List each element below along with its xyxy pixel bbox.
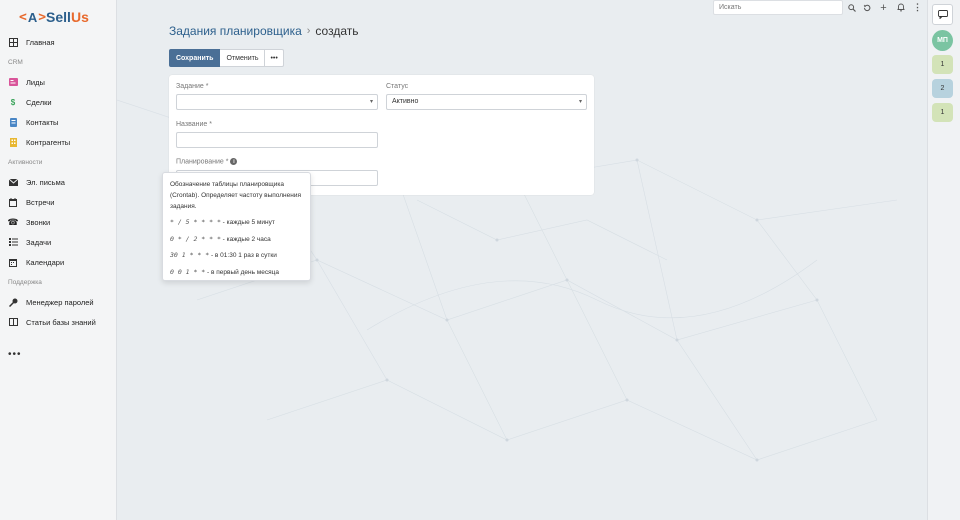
logo-text-sell: Sell: [46, 9, 71, 25]
rail-badge[interactable]: 2: [932, 79, 953, 98]
search-input[interactable]: [713, 0, 843, 15]
save-button[interactable]: Сохранить: [169, 49, 221, 67]
sidebar-item-label: Сделки: [26, 97, 52, 107]
cron-description: - в первый день месяца: [205, 268, 279, 276]
cron-code: * / 5 * * * *: [170, 218, 221, 226]
address-book-icon: [8, 117, 18, 127]
cron-description: - каждые 5 минут: [220, 219, 275, 226]
breadcrumb: Задания планировщика › создать: [169, 24, 359, 38]
sidebar-item-meetings[interactable]: Встречи: [0, 192, 117, 212]
sidebar-item-leads[interactable]: Лиды: [0, 72, 117, 92]
info-icon[interactable]: i: [230, 158, 238, 165]
sidebar-nav: Главная CRM Лиды $ Сделки Контакты Контр…: [0, 32, 117, 364]
sidebar-item-label: Задачи: [26, 237, 52, 247]
sidebar-item-label: Встречи: [26, 197, 55, 207]
logo-text-us: Us: [70, 9, 89, 25]
sidebar-item-label: Главная: [26, 37, 55, 47]
grid-icon: [8, 37, 18, 47]
sidebar-item-label: Эл. письма: [26, 177, 65, 187]
schedule-label: Планирование * i: [176, 158, 238, 166]
breadcrumb-separator: ›: [306, 25, 311, 37]
status-select[interactable]: Активно ▾: [386, 94, 587, 110]
key-icon: [8, 297, 18, 307]
logo-bracket-open: <: [19, 9, 27, 25]
cron-code: 0 * / 2 * * *: [170, 234, 221, 243]
name-label: Название *: [176, 121, 212, 128]
tooltip-example: 0 * / 2 * * * - каждые 2 часа: [170, 234, 303, 245]
cancel-button[interactable]: Отменить: [220, 49, 266, 67]
user-avatar[interactable]: МП: [932, 30, 953, 51]
sidebar-item-label: Звонки: [26, 217, 51, 227]
rail-badge[interactable]: 1: [932, 55, 953, 74]
tooltip-example: * / 5 * * * * - каждые 5 минут: [170, 217, 303, 228]
sidebar-more-button[interactable]: •••: [0, 344, 117, 364]
envelope-icon: [8, 177, 18, 187]
rail-badge[interactable]: 1: [932, 103, 953, 122]
sidebar-item-kb-articles[interactable]: Статьи базы знаний: [0, 312, 117, 332]
sidebar-item-password-manager[interactable]: Менеджер паролей: [0, 292, 117, 312]
app-logo[interactable]: < A > Sell Us: [19, 8, 89, 26]
name-input[interactable]: [176, 132, 378, 148]
sidebar-item-tasks[interactable]: Задачи: [0, 232, 117, 252]
sidebar-item-label: Календари: [26, 257, 65, 267]
dollar-icon: $: [10, 97, 16, 107]
tooltip-example: 30 1 * * * - в 01:30 1 раз в сутки: [170, 250, 303, 261]
more-actions-button[interactable]: •••: [265, 49, 284, 67]
sidebar-item-label: Контрагенты: [26, 137, 71, 147]
schedule-label-text: Планирование *: [176, 158, 229, 166]
sidebar-group-activities: Активности: [8, 158, 43, 166]
sidebar-item-calls[interactable]: ☎ Звонки: [0, 212, 117, 232]
sidebar-item-label: Контакты: [26, 117, 59, 127]
page-title: создать: [315, 24, 359, 38]
sidebar-item-counterparties[interactable]: Контрагенты: [0, 132, 117, 152]
chat-icon[interactable]: [932, 4, 953, 25]
list-icon: [8, 237, 18, 247]
building-icon: [8, 137, 18, 147]
right-rail: МП 1 2 1: [927, 0, 960, 520]
job-label: Задание *: [176, 83, 209, 90]
bell-icon[interactable]: [895, 2, 906, 13]
cron-description: - каждые 2 часа: [220, 235, 271, 243]
breadcrumb-parent-link[interactable]: Задания планировщика: [169, 24, 302, 38]
status-select-value: Активно: [392, 98, 419, 105]
sidebar: < A > Sell Us Главная CRM Лиды $ Сделки: [0, 0, 117, 520]
status-label: Статус: [386, 83, 409, 90]
phone-icon: ☎: [7, 216, 19, 227]
sidebar-item-calendars[interactable]: Календари: [0, 252, 117, 272]
tooltip-example: 0 0 1 * * - в первый день месяца: [170, 267, 303, 278]
sidebar-item-deals[interactable]: $ Сделки: [0, 92, 117, 112]
sidebar-item-contacts[interactable]: Контакты: [0, 112, 117, 132]
book-icon: [8, 317, 18, 327]
job-select[interactable]: ▾: [176, 94, 378, 110]
cron-description: - в 01:30 1 раз в сутки: [209, 252, 277, 259]
chevron-down-icon: ▾: [578, 99, 582, 105]
schedule-tooltip: Обозначение таблицы планировщика (Cronta…: [162, 172, 311, 281]
cron-code: 30 1 * * *: [170, 251, 210, 259]
calendar-icon: [8, 257, 18, 267]
search-icon[interactable]: [846, 2, 857, 13]
sidebar-item-label: Статьи базы знаний: [26, 317, 96, 327]
toolbar: Сохранить Отменить •••: [169, 49, 284, 67]
cron-code: 0 0 1 * *: [170, 267, 206, 276]
sidebar-item-home[interactable]: Главная: [0, 32, 117, 52]
history-icon[interactable]: [861, 2, 872, 13]
sidebar-group-support: Поддержка: [8, 278, 42, 286]
plus-icon[interactable]: +: [878, 2, 889, 14]
sidebar-item-label: Менеджер паролей: [26, 297, 94, 307]
kebab-menu-icon[interactable]: ⋮: [912, 2, 923, 13]
sidebar-item-emails[interactable]: Эл. письма: [0, 172, 117, 192]
tooltip-description: Обозначение таблицы планировщика (Cronta…: [170, 181, 302, 210]
chevron-down-icon: ▾: [369, 99, 373, 105]
calendar-icon: [8, 197, 18, 207]
sidebar-group-crm: CRM: [8, 58, 23, 66]
id-card-icon: [8, 77, 18, 87]
logo-mark: A: [27, 9, 38, 25]
logo-bracket-close: >: [38, 9, 47, 25]
sidebar-item-label: Лиды: [26, 77, 45, 87]
